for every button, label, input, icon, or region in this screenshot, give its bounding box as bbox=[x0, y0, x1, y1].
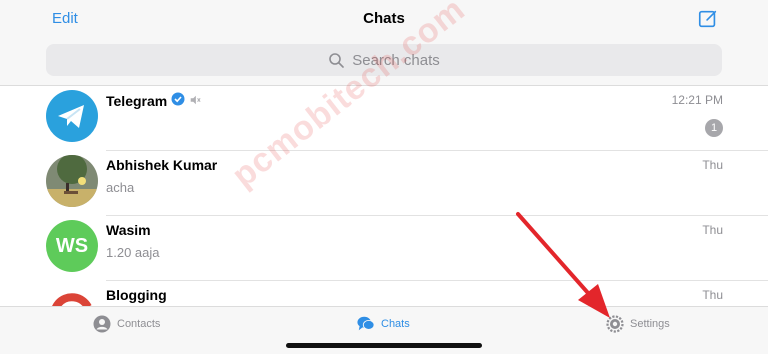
chat-bubbles-icon bbox=[357, 316, 375, 331]
unread-badge: 1 bbox=[705, 119, 723, 137]
tab-chats[interactable]: Chats bbox=[357, 315, 410, 333]
gear-icon bbox=[606, 315, 624, 333]
home-indicator bbox=[286, 343, 482, 348]
chat-row-wasim[interactable]: WS Wasim 1.20 aaja Thu bbox=[0, 216, 768, 281]
chat-time: 12:21 PM bbox=[671, 93, 723, 107]
chat-name: Abhishek Kumar bbox=[106, 157, 217, 173]
chat-name-text: Blogging bbox=[106, 287, 167, 303]
chat-row-telegram[interactable]: Telegram 12:21 PM 1 bbox=[0, 86, 768, 151]
telegram-logo bbox=[46, 90, 98, 142]
chat-name: Telegram bbox=[106, 92, 201, 109]
avatar-initials: WS bbox=[46, 220, 98, 272]
chat-preview: 1.20 aaja bbox=[106, 245, 160, 260]
chat-name: Blogging bbox=[106, 287, 167, 303]
chat-name-text: Wasim bbox=[106, 222, 151, 238]
chat-time: Thu bbox=[702, 288, 723, 302]
search-icon bbox=[329, 53, 345, 68]
chat-time: Thu bbox=[702, 158, 723, 172]
chat-name: Wasim bbox=[106, 222, 151, 238]
navigation-bar: Edit Chats Search chats bbox=[0, 0, 768, 86]
search-placeholder: Search chats bbox=[352, 51, 440, 69]
photo-landscape bbox=[46, 155, 98, 207]
chat-row-abhishek-kumar[interactable]: Abhishek Kumar acha Thu bbox=[0, 151, 768, 216]
tab-settings[interactable]: Settings bbox=[606, 315, 670, 333]
chat-row-blogging[interactable]: Blogging Thu bbox=[0, 281, 768, 306]
compose-icon[interactable] bbox=[697, 8, 719, 30]
chat-time: Thu bbox=[702, 223, 723, 237]
search-input[interactable]: Search chats bbox=[46, 44, 722, 76]
page-title: Chats bbox=[363, 10, 405, 27]
google-logo bbox=[46, 285, 98, 306]
muted-icon bbox=[189, 93, 201, 109]
chat-name-text: Telegram bbox=[106, 92, 168, 109]
tab-label: Settings bbox=[630, 318, 670, 330]
chat-list: Telegram 12:21 PM 1 Abhishek Kumar acha … bbox=[0, 86, 768, 306]
person-icon bbox=[93, 315, 111, 333]
chat-preview: acha bbox=[106, 180, 135, 195]
chat-name-text: Abhishek Kumar bbox=[106, 157, 218, 173]
tab-label: Chats bbox=[381, 318, 410, 330]
tab-label: Contacts bbox=[117, 318, 161, 330]
verified-icon bbox=[171, 92, 185, 109]
tab-contacts[interactable]: Contacts bbox=[93, 315, 160, 333]
